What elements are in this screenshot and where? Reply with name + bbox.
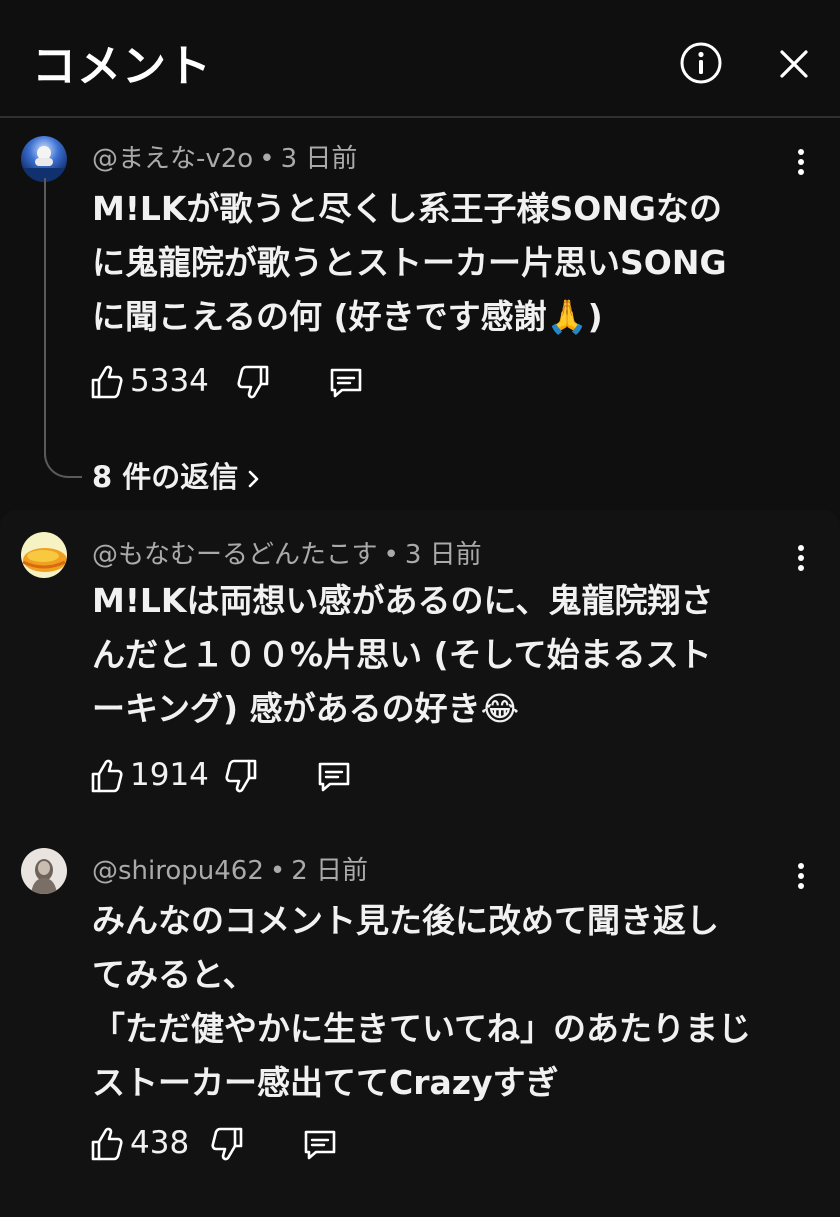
comment-author[interactable]: @shiropu462 xyxy=(92,856,264,886)
comments-list[interactable]: @まえな-v2o • 3 日前 M!LKが歌うと尽くし系王子様SONGなの に鬼龍院… xyxy=(0,118,840,1217)
avatar[interactable] xyxy=(21,136,67,182)
comment-menu-button[interactable] xyxy=(786,142,816,182)
comment-text-line: M!LKが歌うと尽くし系王子様SONGなの xyxy=(92,189,723,228)
thumbs-up-icon xyxy=(91,365,123,399)
comment-menu-button[interactable] xyxy=(786,856,816,896)
comment-meta: @まえな-v2o • 3 日前 xyxy=(92,144,358,174)
reply-button[interactable] xyxy=(328,362,364,402)
dislike-button[interactable] xyxy=(224,756,258,796)
comment-text: みんなのコメント見た後に改めて聞き返し てみると、 「ただ健やかに生きていてね」… xyxy=(92,894,792,1110)
comment-time[interactable]: 3 日前 xyxy=(405,540,482,570)
comment-item: @まえな-v2o • 3 日前 M!LKが歌うと尽くし系王子様SONGなの に鬼龍院… xyxy=(0,118,840,510)
thumbs-up-icon xyxy=(91,1127,123,1161)
comment-text-line: に聞こえるの何 (好きです感謝🙏) xyxy=(92,297,603,336)
info-circle-icon xyxy=(680,42,722,84)
comments-header: コメント xyxy=(0,0,840,118)
comment-time[interactable]: 2 日前 xyxy=(291,856,368,886)
like-button[interactable] xyxy=(90,756,124,796)
comment-meta: @shiropu462 • 2 日前 xyxy=(92,856,369,886)
comment-text-line: M!LKは両想い感があるのに、鬼龍院翔さ xyxy=(92,581,714,620)
thumbs-down-icon xyxy=(211,1127,243,1161)
comment-reply-icon xyxy=(318,762,350,792)
reply-button[interactable] xyxy=(316,756,352,796)
like-count: 5334 xyxy=(130,363,209,399)
like-button[interactable] xyxy=(90,362,124,402)
more-vert-icon xyxy=(798,545,804,571)
comment-author[interactable]: @もなむーるどんたこす xyxy=(92,540,377,570)
like-button[interactable] xyxy=(90,1124,124,1164)
comment-text: M!LKが歌うと尽くし系王子様SONGなの に鬼龍院が歌うとストーカー片思いSO… xyxy=(92,182,792,344)
comment-text: M!LKは両想い感があるのに、鬼龍院翔さ んだと１００%片思い (そして始まるス… xyxy=(92,574,792,736)
panel-title: コメント xyxy=(32,41,212,92)
comment-time[interactable]: 3 日前 xyxy=(281,144,358,174)
replies-count-label: 8 件の返信 xyxy=(92,460,239,494)
like-count: 438 xyxy=(130,1125,190,1161)
view-replies-button[interactable]: 8 件の返信 xyxy=(92,454,262,496)
avatar[interactable] xyxy=(21,532,67,578)
chevron-right-icon xyxy=(246,467,262,491)
comment-text-line: てみると、 xyxy=(92,955,256,994)
comment-text-line: ストーカー感出ててCrazyすぎ xyxy=(92,1063,559,1102)
comment-text-line: ーキング) 感があるの好き😂 xyxy=(92,689,520,728)
comment-item: @もなむーるどんたこす • 3 日前 M!LKは両想い感があるのに、鬼龍院翔さ んだ… xyxy=(0,510,840,828)
info-button[interactable] xyxy=(678,40,724,86)
thumbs-up-icon xyxy=(91,759,123,793)
thread-connector xyxy=(44,178,82,478)
thumbs-down-icon xyxy=(237,365,269,399)
comment-author[interactable]: @まえな-v2o xyxy=(92,144,253,174)
more-vert-icon xyxy=(798,863,804,889)
comment-text-line: みんなのコメント見た後に改めて聞き返し xyxy=(92,901,719,940)
close-button[interactable] xyxy=(774,44,814,84)
close-icon xyxy=(780,50,808,78)
comment-text-line: んだと１００%片思い (そして始まるスト xyxy=(92,635,712,674)
comment-item: @shiropu462 • 2 日前 みんなのコメント見た後に改めて聞き返し てみる… xyxy=(0,828,840,1217)
more-vert-icon xyxy=(798,149,804,175)
thumbs-down-icon xyxy=(225,759,257,793)
comment-text-line: 「ただ健やかに生きていてね」のあたりまじ xyxy=(92,1009,752,1048)
like-count: 1914 xyxy=(130,757,209,793)
avatar[interactable] xyxy=(21,848,67,894)
reply-button[interactable] xyxy=(302,1124,338,1164)
comment-text-line: に鬼龍院が歌うとストーカー片思いSONG xyxy=(92,243,727,282)
comment-reply-icon xyxy=(330,368,362,398)
dislike-button[interactable] xyxy=(210,1124,244,1164)
comment-menu-button[interactable] xyxy=(786,538,816,578)
comment-meta: @もなむーるどんたこす • 3 日前 xyxy=(92,540,482,570)
dislike-button[interactable] xyxy=(236,362,270,402)
comment-reply-icon xyxy=(304,1130,336,1160)
